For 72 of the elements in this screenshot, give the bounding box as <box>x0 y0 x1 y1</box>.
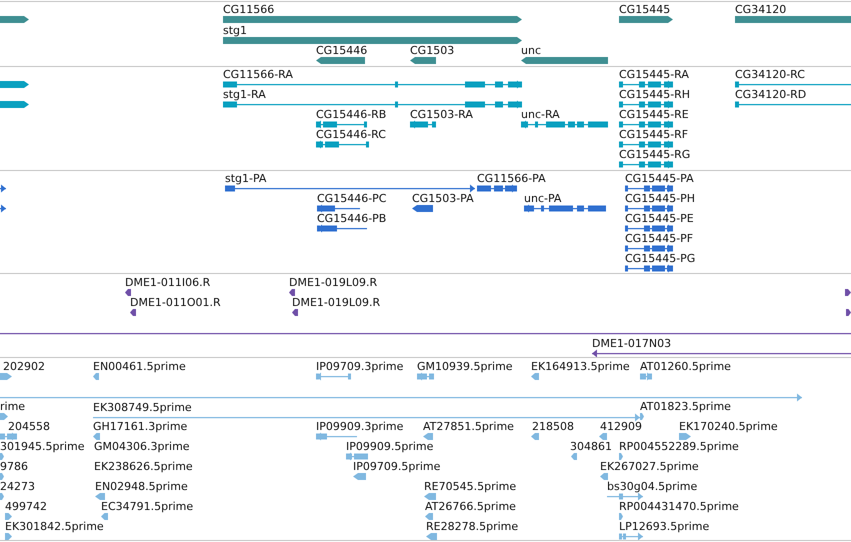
feature-label: CG15445-RG <box>619 149 690 161</box>
feature-label: CG15445-PH <box>625 193 696 205</box>
feature-label: DME1-019L09.R <box>289 277 378 289</box>
feature-label: 218508 <box>532 421 574 433</box>
feature-label: stg1-RA <box>223 89 266 101</box>
feature-label: bs30g04.5prime <box>607 481 698 493</box>
feature-label: AT01823.5prime <box>640 401 731 413</box>
feature-label: EN00461.5prime <box>93 361 186 373</box>
feature-label: IP09909.5prime <box>346 441 434 453</box>
feature-label: EK267027.5prime <box>600 461 699 473</box>
feature-label: GM10939.5prime <box>417 361 513 373</box>
feature-label: rime <box>0 401 26 413</box>
feature-label: CG15445-PF <box>625 233 694 245</box>
feature-label: CG1503-RA <box>410 109 473 121</box>
feature-label: CG15445-RH <box>619 89 690 101</box>
feature-label: CG34120-RC <box>735 69 805 81</box>
feature-label: CG15445-PE <box>625 213 694 225</box>
feature-label: CG34120 <box>735 4 786 16</box>
feature-label: GH17161.3prime <box>93 421 188 433</box>
feature-label: CG15445-RF <box>619 129 688 141</box>
feature-label: CG15446-RB <box>316 109 386 121</box>
feature-label: EN02948.5prime <box>95 481 188 493</box>
feature-label: CG15446-PB <box>317 213 386 225</box>
feature-label: RE28278.5prime <box>426 521 518 533</box>
feature-label: CG15446 <box>316 45 368 57</box>
feature-label: RP004552289.5prime <box>619 441 739 453</box>
feature-label: 499742 <box>5 501 47 513</box>
feature-label: IP09909.3prime <box>316 421 404 433</box>
feature-label: IP09709.3prime <box>316 361 404 373</box>
feature-label: RE70545.5prime <box>424 481 516 493</box>
feature-label: CG1503-PA <box>412 193 474 205</box>
feature-label: EK301842.5prime <box>5 521 104 533</box>
feature-label: 9786 <box>0 461 28 473</box>
feature-label: 24273 <box>0 481 35 493</box>
feature-label: unc-PA <box>524 193 562 205</box>
feature-label: stg1 <box>223 25 248 37</box>
feature-label: EK164913.5prime <box>531 361 630 373</box>
feature-label: CG34120-RD <box>735 89 806 101</box>
feature-label: CG15445-PG <box>625 253 696 265</box>
feature-label: CG15445-RE <box>619 109 689 121</box>
feature-label: EK308749.5prime <box>93 402 192 414</box>
feature-label: 202902 <box>3 361 45 373</box>
feature-label: CG11566-RA <box>223 69 293 81</box>
feature-label: GM04306.3prime <box>94 441 190 453</box>
feature-label: EK238626.5prime <box>94 461 193 473</box>
feature-label: DME1-011I06.R <box>125 277 210 289</box>
feature-label: RP004431470.5prime <box>619 501 739 513</box>
feature-label: DME1-019L09.R <box>292 297 380 309</box>
feature-label: 301945.5prime <box>0 441 85 453</box>
feature-label: CG15446-PC <box>317 193 386 205</box>
feature-label: EC34791.5prime <box>101 501 194 513</box>
feature-label: 412909 <box>600 421 642 433</box>
feature-label: EK170240.5prime <box>679 421 778 433</box>
feature-label: DME1-017N03 <box>592 338 672 350</box>
feature-label: CG15445-RA <box>619 69 689 81</box>
feature-label: LP12693.5prime <box>619 521 710 533</box>
feature-label: unc-RA <box>521 109 560 121</box>
feature-label: CG15445-PA <box>625 173 694 185</box>
feature-label: AT01260.5prime <box>640 361 731 373</box>
feature-label: CG15445 <box>619 4 670 16</box>
feature-label: CG1503 <box>410 45 454 57</box>
feature-label: DME1-011O01.R <box>130 297 221 309</box>
feature-label: 204558 <box>8 421 50 433</box>
feature-label: AT26766.5prime <box>425 501 516 513</box>
feature-label: IP09709.5prime <box>353 461 440 473</box>
feature-label: stg1-PA <box>225 173 266 185</box>
feature-label: CG11566-PA <box>477 173 546 185</box>
feature-label: CG15446-RC <box>316 129 386 141</box>
feature-label: 304861 <box>570 441 612 453</box>
feature-label: CG11566 <box>223 4 274 16</box>
feature-label: unc <box>521 45 541 57</box>
feature-label: AT27851.5prime <box>423 421 514 433</box>
